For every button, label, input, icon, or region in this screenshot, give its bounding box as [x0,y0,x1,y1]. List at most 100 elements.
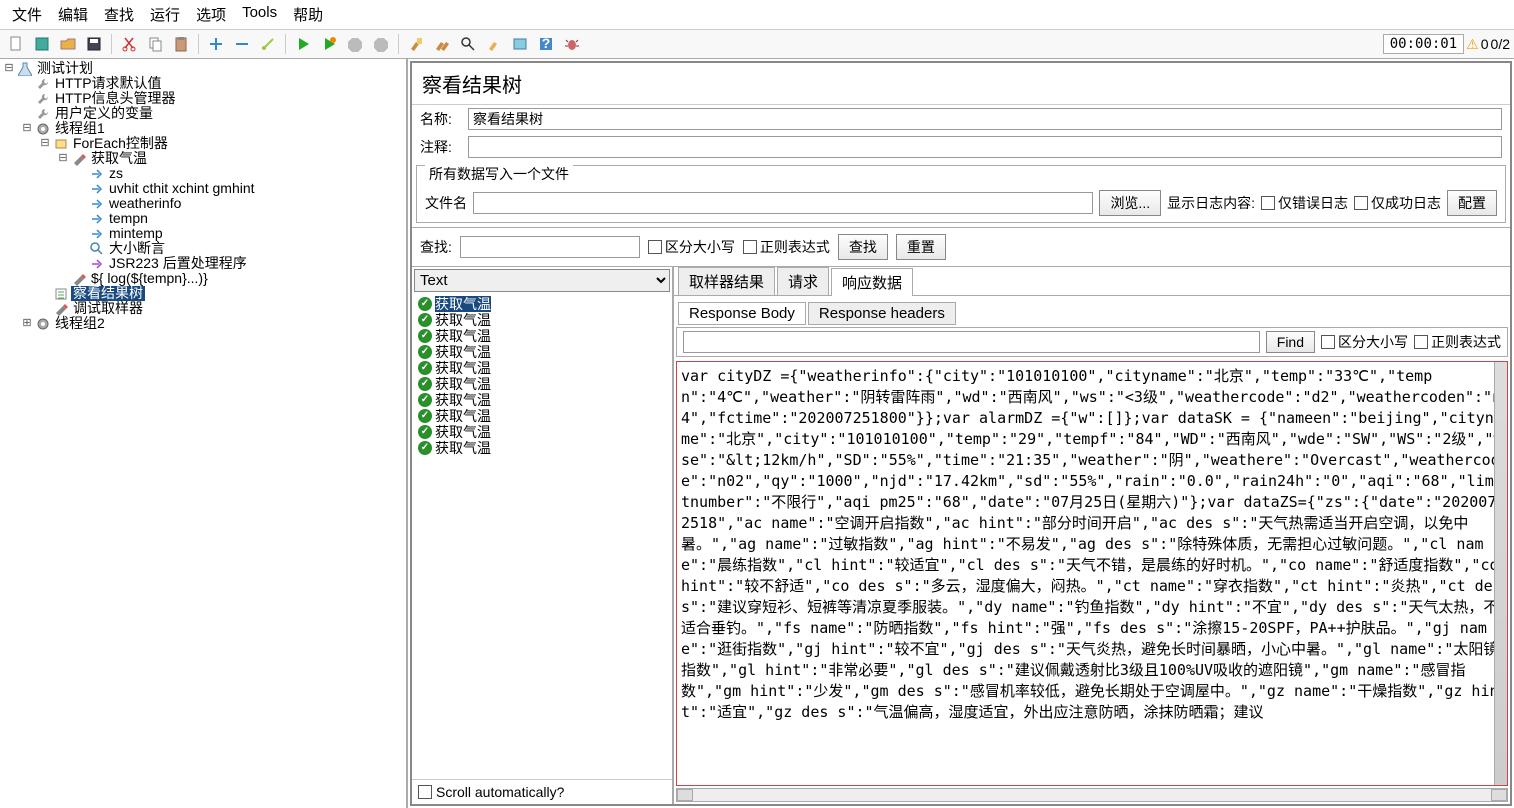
shutdown-icon[interactable] [369,32,393,56]
tree-item[interactable]: HTTP信息头管理器 [2,91,404,106]
sample-row[interactable]: ✓获取气温 [414,424,670,440]
tree-item[interactable]: zs [2,166,404,181]
tree-item[interactable]: ⊟线程组1 [2,121,404,136]
run-notimers-icon[interactable] [317,32,341,56]
subtab[interactable]: Response Body [678,302,806,325]
toolbar: ? 00:00:01 ⚠ 0 0/2 [0,30,1514,59]
clear-icon[interactable] [404,32,428,56]
tree-item[interactable]: ⊞线程组2 [2,316,404,331]
tree-item[interactable]: 用户定义的变量 [2,106,404,121]
tree-item[interactable]: mintemp [2,226,404,241]
menu-tools[interactable]: Tools [236,2,283,27]
paste-icon[interactable] [169,32,193,56]
help-icon[interactable]: ? [534,32,558,56]
tree-label: 测试计划 [35,61,95,76]
toggle-icon[interactable] [256,32,280,56]
cut-icon[interactable] [117,32,141,56]
renderer-select[interactable]: Text [414,269,670,292]
menu-帮助[interactable]: 帮助 [287,2,329,27]
tree-item[interactable]: tempn [2,211,404,226]
sample-row[interactable]: ✓获取气温 [414,440,670,456]
body-regex-checkbox[interactable]: 正则表达式 [1414,332,1501,352]
tree-item[interactable]: 大小断言 [2,241,404,256]
search-button[interactable]: 查找 [838,234,888,260]
expand-icon[interactable] [204,32,228,56]
new-icon[interactable] [4,32,28,56]
search-icon[interactable] [456,32,480,56]
warning-icon[interactable]: ⚠ [1466,36,1479,53]
function-icon[interactable] [508,32,532,56]
tab[interactable]: 响应数据 [831,268,913,296]
tree-toggle[interactable]: ⊞ [21,316,33,331]
tab[interactable]: 请求 [777,267,829,295]
tree-toggle[interactable]: ⊟ [39,136,51,151]
tree-item[interactable]: 调试取样器 [2,301,404,316]
case-checkbox[interactable]: 区分大小写 [648,237,735,257]
sample-row[interactable]: ✓获取气温 [414,392,670,408]
sample-row[interactable]: ✓获取气温 [414,296,670,312]
browse-button[interactable]: 浏览... [1099,190,1161,216]
tree-label: 察看结果树 [71,286,145,301]
errors-only-checkbox[interactable]: 仅错误日志 [1261,193,1348,213]
templates-icon[interactable] [30,32,54,56]
bug-icon[interactable] [560,32,584,56]
sample-label: 获取气温 [435,392,491,408]
regex-checkbox[interactable]: 正则表达式 [743,237,830,257]
copy-icon[interactable] [143,32,167,56]
search-input[interactable] [460,236,640,258]
sample-row[interactable]: ✓获取气温 [414,360,670,376]
reset-search-icon[interactable] [482,32,506,56]
response-body[interactable]: var cityDZ ={"weatherinfo":{"city":"1010… [676,361,1508,786]
sample-row[interactable]: ✓获取气温 [414,408,670,424]
tree-item[interactable]: HTTP请求默认值 [2,76,404,91]
comment-input[interactable] [468,136,1502,158]
tab[interactable]: 取样器结果 [678,267,775,295]
menu-运行[interactable]: 运行 [144,2,186,27]
body-case-checkbox[interactable]: 区分大小写 [1321,332,1408,352]
tree-item[interactable]: ${ log(${tempn}...)} [2,271,404,286]
body-find-input[interactable] [683,331,1260,353]
success-icon: ✓ [418,409,432,423]
tree-item[interactable]: JSR223 后置处理程序 [2,256,404,271]
scroll-auto-label: Scroll automatically? [436,784,564,800]
menu-查找[interactable]: 查找 [98,2,140,27]
subtab[interactable]: Response headers [808,302,956,325]
stop-icon[interactable] [343,32,367,56]
tree-item[interactable]: ⊟ForEach控制器 [2,136,404,151]
config-button[interactable]: 配置 [1447,190,1497,216]
tree-icon [53,286,69,301]
clear-all-icon[interactable] [430,32,454,56]
body-find-button[interactable]: Find [1266,331,1315,353]
tree-item[interactable]: weatherinfo [2,196,404,211]
filename-input[interactable] [473,192,1093,214]
sample-row[interactable]: ✓获取气温 [414,312,670,328]
success-icon: ✓ [418,329,432,343]
reset-button[interactable]: 重置 [896,234,946,260]
ext-icon [89,196,105,211]
tree-item[interactable]: ⊟ 测试计划 [2,61,404,76]
tree-item[interactable]: ⊟获取气温 [2,151,404,166]
open-icon[interactable] [56,32,80,56]
tree-label: tempn [107,211,150,226]
menu-选项[interactable]: 选项 [190,2,232,27]
sample-row[interactable]: ✓获取气温 [414,376,670,392]
sample-row[interactable]: ✓获取气温 [414,328,670,344]
scroll-auto-checkbox[interactable] [418,785,432,799]
run-icon[interactable] [291,32,315,56]
tree-toggle[interactable]: ⊟ [57,151,69,166]
tree-item[interactable]: uvhit cthit xchint gmhint [2,181,404,196]
sample-row[interactable]: ✓获取气温 [414,344,670,360]
success-icon: ✓ [418,361,432,375]
save-icon[interactable] [82,32,106,56]
menu-编辑[interactable]: 编辑 [52,2,94,27]
horizontal-scrollbar[interactable] [676,788,1508,802]
success-only-checkbox[interactable]: 仅成功日志 [1354,193,1441,213]
tree-item[interactable]: 察看结果树 [2,286,404,301]
tree-toggle[interactable]: ⊟ [21,121,33,136]
menu-文件[interactable]: 文件 [6,2,48,27]
tree-toggle[interactable]: ⊟ [3,61,15,76]
name-input[interactable] [468,108,1502,130]
wrench-icon [35,106,51,121]
collapse-icon[interactable] [230,32,254,56]
tree-label: 用户定义的变量 [53,106,155,121]
